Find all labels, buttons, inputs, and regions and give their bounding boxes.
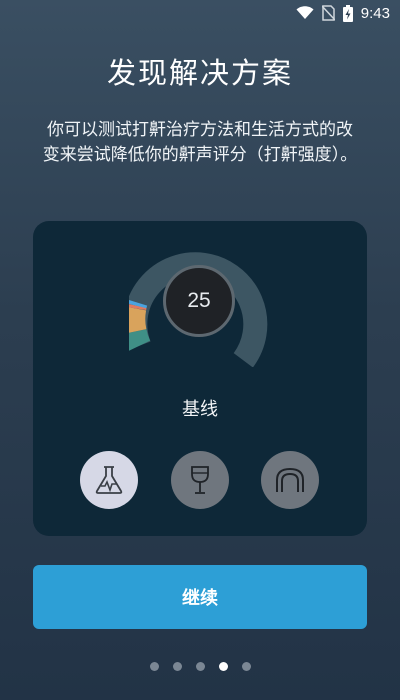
continue-button[interactable]: 继续: [33, 565, 367, 629]
gauge-segment-blue: [129, 300, 148, 309]
status-time: 9:43: [360, 4, 390, 22]
gauge-segment-red: [129, 304, 147, 311]
baseline-label: 基线: [182, 399, 218, 420]
page-indicator: [0, 662, 400, 671]
page-description: 你可以测试打鼾治疗方法和生活方式的改变来尝试降低你的鼾声评分（打鼾强度）。: [42, 120, 358, 165]
wifi-icon: [296, 6, 314, 20]
remedy-mouthguard-button[interactable]: [261, 451, 319, 509]
page-title: 发现解决方案: [106, 56, 293, 90]
gauge-segment-orange: [129, 307, 147, 333]
gauge-segment-teal: [129, 328, 151, 351]
status-bar: 9:43: [0, 0, 400, 26]
page-dot-2[interactable]: [172, 662, 182, 671]
snore-score-card: 25 基线: [33, 221, 367, 536]
snore-score-value: 25: [163, 265, 235, 337]
no-sim-icon: [321, 5, 335, 21]
wine-glass-icon: [191, 466, 209, 494]
page-dot-4-active[interactable]: [218, 662, 228, 671]
page-dot-1[interactable]: [149, 662, 159, 671]
page-dot-5[interactable]: [241, 662, 251, 671]
remedy-lab-test-button[interactable]: [80, 451, 138, 509]
remedy-alcohol-button[interactable]: [171, 451, 229, 509]
lab-flask-icon: [95, 466, 123, 494]
mouthguard-icon: [276, 467, 304, 492]
page-dot-3[interactable]: [195, 662, 205, 671]
battery-charging-icon: [342, 4, 353, 22]
